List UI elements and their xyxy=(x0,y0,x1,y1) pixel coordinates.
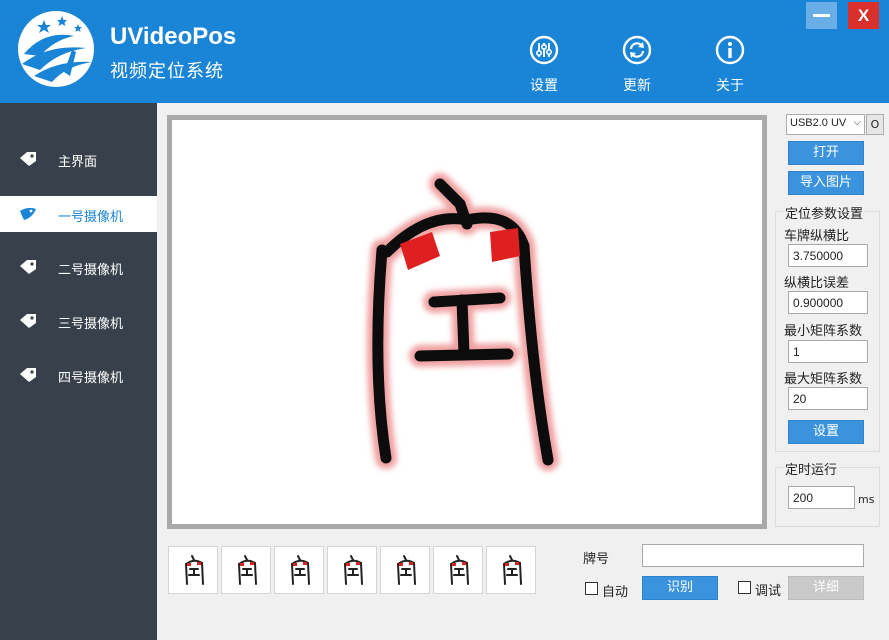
debug-checkbox[interactable] xyxy=(738,581,751,594)
minimize-button[interactable] xyxy=(806,2,837,29)
thumbnail[interactable] xyxy=(380,546,430,594)
sidebar-item-camera-3[interactable]: 三号摄像机 xyxy=(0,303,157,339)
about-button[interactable]: 关于 xyxy=(700,34,760,94)
thumbnail[interactable] xyxy=(168,546,218,594)
auto-checkbox-label: 自动 xyxy=(602,585,629,600)
refresh-icon xyxy=(622,35,652,65)
min-rect-field[interactable]: 1 xyxy=(788,340,868,363)
info-icon xyxy=(715,35,745,65)
chevron-down-icon: ⌵ xyxy=(853,117,861,128)
thumbnail-image xyxy=(397,555,416,585)
thumbnail[interactable] xyxy=(433,546,483,594)
camera-select[interactable]: USB2.0 UV ⌵ xyxy=(786,114,865,135)
thumbnail-image xyxy=(185,555,204,585)
tag-icon xyxy=(20,152,36,166)
video-display xyxy=(167,115,767,529)
tag-icon xyxy=(20,260,36,274)
params-group-title: 定位参数设置 xyxy=(783,203,866,222)
max-rect-field[interactable]: 20 xyxy=(788,387,868,410)
plate-label: 牌号 xyxy=(583,552,610,567)
camera-select-value: USB2.0 UV xyxy=(790,117,847,129)
timer-unit-label: ms xyxy=(858,493,875,506)
detail-button[interactable]: 详细 xyxy=(788,576,864,600)
sidebar-item-label: 二号摄像机 xyxy=(58,263,124,278)
aspect-error-field[interactable]: 0.900000 xyxy=(788,291,868,314)
tag-icon xyxy=(20,368,36,382)
sidebar-item-label: 三号摄像机 xyxy=(58,317,124,332)
update-button[interactable]: 更新 xyxy=(607,34,667,94)
sidebar-item-camera-1[interactable]: 一号摄像机 xyxy=(0,196,157,232)
thumbnail-image xyxy=(450,555,469,585)
settings-button[interactable]: 设置 xyxy=(514,34,574,94)
sidebar-item-label: 一号摄像机 xyxy=(58,210,124,225)
timer-interval-field[interactable]: 200 xyxy=(788,486,855,509)
close-button[interactable]: X xyxy=(848,2,879,29)
tag-icon xyxy=(20,207,36,220)
title-bar: UVideoPos 视频定位系统 设置 更新 关于 X xyxy=(0,0,889,103)
min-rect-label: 最小矩阵系数 xyxy=(784,324,863,339)
open-button[interactable]: 打开 xyxy=(788,141,864,165)
app-logo xyxy=(18,11,94,87)
camera-options-button[interactable]: O xyxy=(866,114,884,135)
sidebar-item-label: 四号摄像机 xyxy=(58,371,124,386)
about-label: 关于 xyxy=(716,78,744,94)
settings-icon xyxy=(529,35,559,65)
thumbnail-image xyxy=(344,555,363,585)
glyph-image xyxy=(366,173,559,471)
thumbnail[interactable] xyxy=(486,546,536,594)
max-rect-label: 最大矩阵系数 xyxy=(784,372,863,387)
app-title: UVideoPos xyxy=(110,23,237,50)
thumbnail-image xyxy=(291,555,310,585)
sidebar-item-camera-4[interactable]: 四号摄像机 xyxy=(0,357,157,393)
import-image-button[interactable]: 导入图片 xyxy=(788,171,864,195)
tag-icon xyxy=(20,314,36,328)
thumbnail-image xyxy=(503,555,522,585)
thumbnail-image xyxy=(238,555,257,585)
timer-group-title: 定时运行 xyxy=(783,459,840,478)
sidebar-item-main[interactable]: 主界面 xyxy=(0,141,157,177)
sidebar-item-camera-2[interactable]: 二号摄像机 xyxy=(0,249,157,285)
thumbnail[interactable] xyxy=(327,546,377,594)
recognize-button[interactable]: 识别 xyxy=(642,576,718,600)
debug-checkbox-label: 调试 xyxy=(755,584,782,599)
params-set-button[interactable]: 设置 xyxy=(788,420,864,444)
aspect-error-label: 纵横比误差 xyxy=(784,276,850,291)
aspect-ratio-field[interactable]: 3.750000 xyxy=(788,244,868,267)
thumbnail[interactable] xyxy=(221,546,271,594)
sidebar-item-label: 主界面 xyxy=(58,155,98,170)
sidebar: 主界面 一号摄像机 二号摄像机 三号摄像机 四号摄像机 xyxy=(0,103,157,640)
settings-label: 设置 xyxy=(530,78,558,94)
auto-checkbox[interactable] xyxy=(585,582,598,595)
plate-number-field[interactable] xyxy=(642,544,864,567)
aspect-ratio-label: 车牌纵横比 xyxy=(784,229,850,244)
update-label: 更新 xyxy=(623,78,651,94)
thumbnail[interactable] xyxy=(274,546,324,594)
app-subtitle: 视频定位系统 xyxy=(110,61,224,82)
